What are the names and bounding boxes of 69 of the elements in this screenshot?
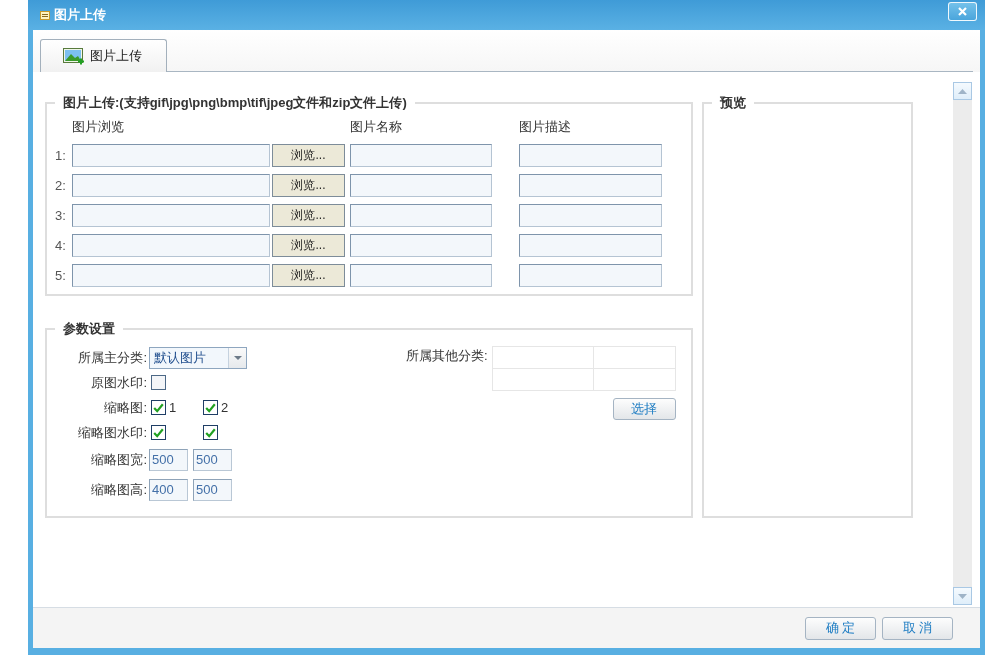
close-icon — [958, 7, 967, 16]
browse-button[interactable]: 浏览... — [272, 174, 345, 197]
checkbox-label: 2 — [221, 400, 229, 415]
scroll-up-button[interactable] — [953, 82, 972, 100]
row-number: 5: — [55, 268, 67, 283]
caret-icon — [233, 356, 242, 360]
section-title: 参数设置 — [62, 321, 116, 337]
caret-up-icon — [958, 88, 967, 94]
dialog-button[interactable]: 确 定 — [805, 616, 876, 640]
column-header: 图片描述 — [519, 119, 571, 135]
scroll-down-button[interactable] — [953, 587, 972, 605]
browse-button[interactable]: 浏览... — [272, 144, 345, 167]
image-name-field[interactable] — [350, 264, 492, 287]
field-label: 所属主分类: — [77, 349, 147, 367]
checkbox-label: 1 — [169, 400, 177, 415]
size-input[interactable]: 500 — [149, 449, 188, 471]
browse-button[interactable]: 浏览... — [272, 204, 345, 227]
image-description-field[interactable] — [519, 144, 662, 167]
file-path-field[interactable] — [72, 174, 270, 197]
window-title: 图片上传 — [54, 7, 106, 23]
check-icon — [205, 402, 216, 413]
file-path-field[interactable] — [72, 144, 270, 167]
caret-down-icon — [958, 593, 967, 599]
checkbox[interactable] — [151, 425, 166, 440]
close-button[interactable] — [948, 2, 977, 21]
dialog-button[interactable]: 取 消 — [882, 616, 953, 640]
image-name-field[interactable] — [350, 204, 492, 227]
checkbox[interactable] — [151, 400, 166, 415]
check-icon — [153, 427, 164, 438]
image-icon — [63, 47, 85, 65]
section-title: 图片上传:(支持gif\jpg\png\bmp\tif\jpeg文件和zip文件上传) — [62, 95, 408, 111]
file-path-field[interactable] — [72, 204, 270, 227]
image-description-field[interactable] — [519, 234, 662, 257]
section-title: 预览 — [719, 95, 747, 111]
row-number: 3: — [55, 208, 67, 223]
field-label: 缩略图高: — [90, 481, 147, 499]
field-label: 缩略图: — [103, 398, 147, 417]
checkbox[interactable] — [151, 375, 166, 390]
column-header: 图片浏览 — [72, 119, 125, 135]
tab[interactable]: 图片上传 — [40, 39, 167, 72]
select-button[interactable]: 选择 — [612, 398, 676, 420]
file-path-field[interactable] — [72, 264, 270, 287]
scrollbar-track[interactable] — [953, 82, 972, 605]
row-number: 4: — [55, 238, 67, 253]
image-description-field[interactable] — [519, 264, 662, 287]
field-label: 所属其他分类: — [406, 348, 488, 365]
image-description-field[interactable] — [519, 204, 662, 227]
column-header: 图片名称 — [350, 119, 403, 135]
field-label: 缩略图宽: — [90, 451, 147, 469]
row-number: 2: — [55, 178, 67, 193]
browse-button[interactable]: 浏览... — [272, 264, 345, 287]
browse-button[interactable]: 浏览... — [272, 234, 345, 257]
field-label: 缩略图水印: — [77, 423, 147, 442]
size-input[interactable]: 500 — [193, 449, 232, 471]
file-path-field[interactable] — [72, 234, 270, 257]
image-name-field[interactable] — [350, 144, 492, 167]
checkbox[interactable] — [203, 425, 218, 440]
check-icon — [153, 402, 164, 413]
image-description-field[interactable] — [519, 174, 662, 197]
field-label: 原图水印: — [90, 373, 147, 392]
window-icon — [40, 10, 50, 20]
row-number: 1: — [55, 148, 67, 163]
size-input[interactable]: 400 — [149, 479, 188, 501]
image-name-field[interactable] — [350, 174, 492, 197]
size-input[interactable]: 500 — [193, 479, 232, 501]
checkbox[interactable] — [203, 400, 218, 415]
image-name-field[interactable] — [350, 234, 492, 257]
check-icon — [205, 427, 216, 438]
category-select[interactable]: 默认图片 — [149, 347, 247, 369]
